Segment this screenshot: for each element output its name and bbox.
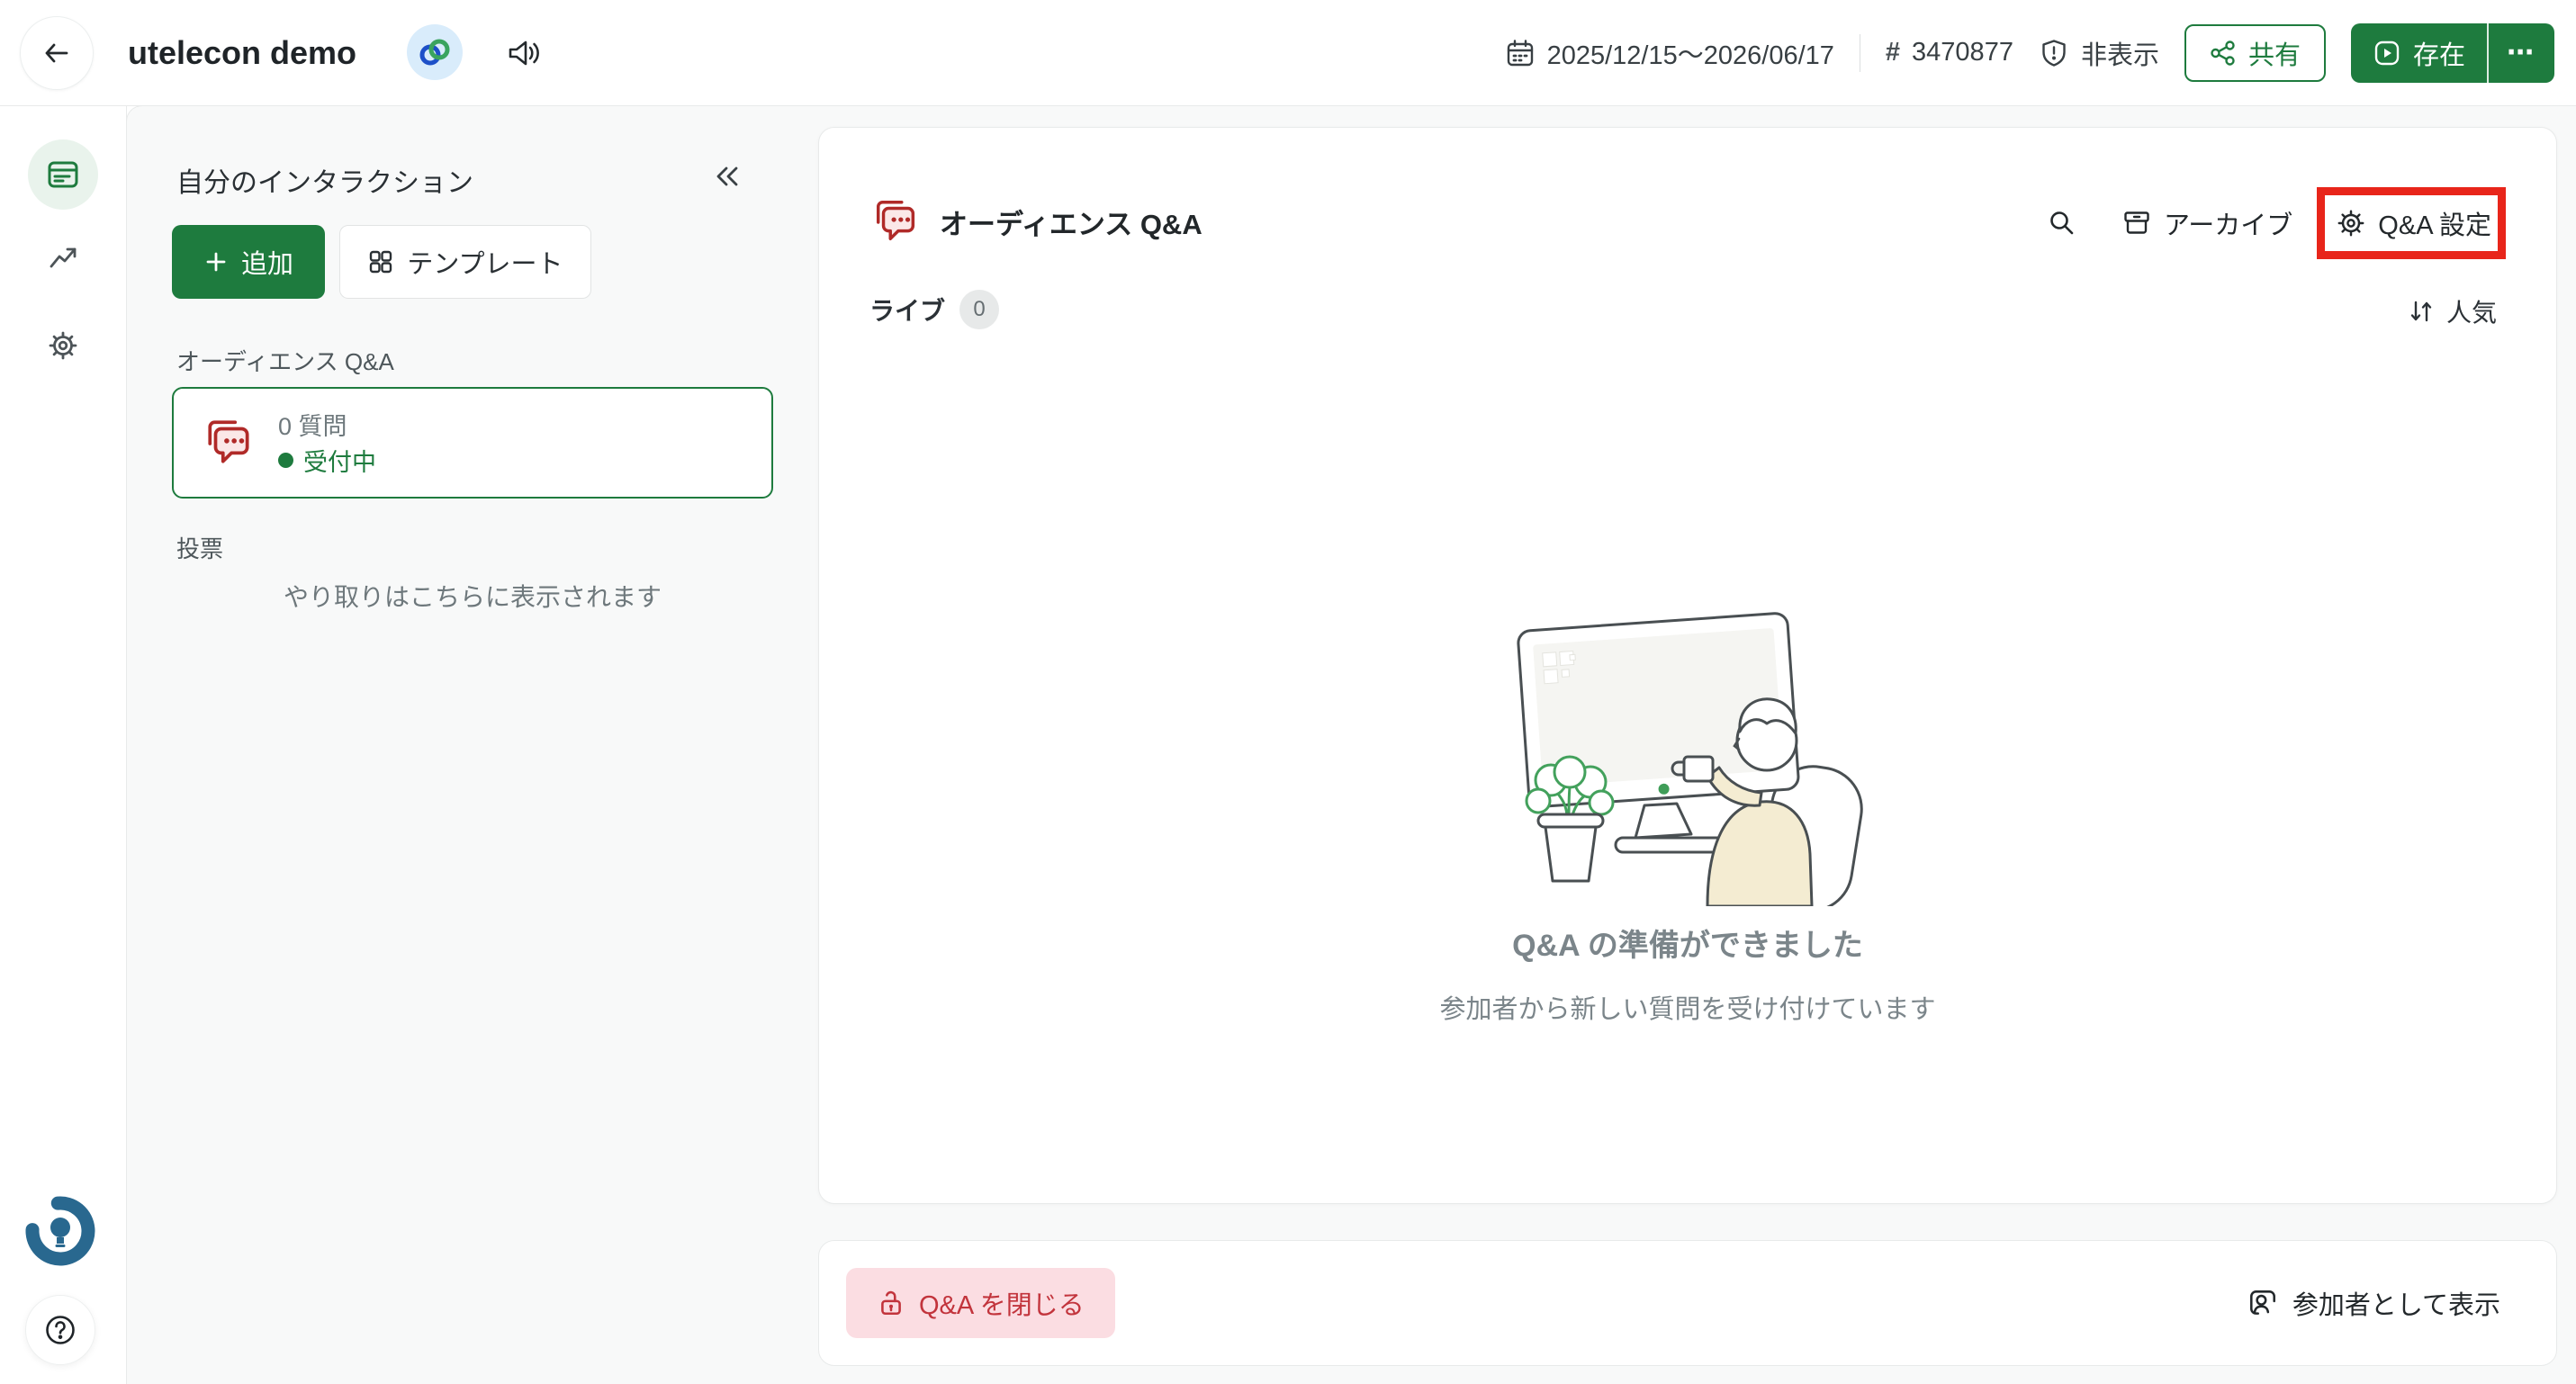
view-as-participant-button[interactable]: 参加者として表示 — [2247, 1241, 2500, 1365]
archive-icon — [2121, 208, 2152, 238]
interactions-icon — [44, 156, 82, 193]
event-title: utelecon demo — [128, 33, 357, 71]
present-play-icon — [2373, 39, 2401, 67]
templates-button[interactable]: テンプレート — [339, 225, 591, 299]
webex-logo-icon — [415, 32, 455, 72]
question-mark-icon — [42, 1312, 78, 1348]
qa-panel-title: オーディエンス Q&A — [940, 208, 1202, 240]
present-label: 存在 — [2412, 40, 2465, 70]
qa-interaction-card[interactable]: 0 質問 受付中 — [172, 387, 773, 499]
template-grid-icon — [367, 248, 394, 275]
qa-section-label: オーディエンス Q&A — [176, 348, 394, 375]
close-qa-button[interactable]: Q&A を閉じる — [846, 1268, 1115, 1338]
lock-open-icon — [877, 1289, 905, 1317]
empty-state-title: Q&A の準備ができました — [1512, 929, 1863, 963]
view-as-participant-label: 参加者として表示 — [2292, 1291, 2500, 1320]
qa-empty-state: Q&A の準備ができました 参加者から新しい質問を受け付けています — [819, 582, 2556, 1026]
add-interaction-button[interactable]: 追加 — [172, 225, 325, 299]
trending-up-icon — [47, 242, 79, 274]
event-code[interactable]: # 3470877 — [1886, 38, 2013, 67]
hash-icon: # — [1885, 38, 1901, 67]
qa-status: 受付中 — [278, 443, 376, 478]
plus-icon — [203, 249, 229, 274]
sort-button[interactable]: 人気 — [2408, 293, 2497, 329]
close-qa-label: Q&A を閉じる — [919, 1291, 1085, 1320]
event-code-text: 3470877 — [1912, 38, 2013, 67]
shield-alert-icon — [2039, 38, 2069, 68]
slido-logo — [22, 1192, 99, 1270]
webex-integration-badge[interactable] — [407, 24, 463, 80]
gear-icon — [47, 329, 79, 362]
help-button[interactable] — [25, 1295, 95, 1365]
template-label: テンプレート — [407, 250, 563, 279]
share-button[interactable]: 共有 — [2184, 23, 2326, 82]
qa-panel-tools: アーカイブ Q&A 設定 — [2046, 194, 2491, 252]
live-tab[interactable]: ライブ 0 — [869, 290, 1000, 329]
topbar-actions: 2025/12/15〜2026/06/17 # 3470877 非表示 共有 存… — [1505, 0, 2554, 105]
settings-gear-icon — [2336, 208, 2366, 238]
announcement-icon[interactable] — [504, 33, 544, 73]
event-dates[interactable]: 2025/12/15〜2026/06/17 — [1505, 34, 1834, 72]
date-range-text: 2025/12/15〜2026/06/17 — [1546, 40, 1834, 70]
empty-state-illustration — [1481, 582, 1895, 906]
qa-status-label: 受付中 — [303, 449, 376, 476]
archive-label: アーカイブ — [2164, 211, 2293, 240]
qa-panel-header: オーディエンス Q&A — [871, 196, 1202, 247]
qa-settings-button[interactable]: Q&A 設定 — [2336, 204, 2491, 242]
present-button[interactable]: 存在 — [2351, 23, 2487, 83]
status-dot — [278, 453, 293, 468]
content-area: 自分のインタラクション 追加 テンプレート オーディエンス Q&A 0 質問 受… — [126, 105, 2576, 1384]
more-options-button[interactable]: ⋯ — [2489, 23, 2554, 83]
share-icon — [2210, 40, 2237, 67]
app-root: utelecon demo 2025/12/15〜2026/06/17 # 34… — [0, 0, 2576, 1384]
collapse-panel-button[interactable] — [708, 157, 748, 196]
empty-state-subtitle: 参加者から新しい質問を受け付けています — [1439, 995, 1936, 1024]
calendar-icon — [1505, 38, 1536, 68]
qa-question-count: 0 質問 — [278, 413, 347, 440]
archive-button[interactable]: アーカイブ — [2121, 204, 2292, 242]
back-button[interactable] — [20, 16, 94, 90]
rail-item-settings[interactable] — [47, 329, 79, 362]
rail-item-analytics[interactable] — [47, 242, 79, 274]
participant-view-icon — [2247, 1287, 2279, 1319]
icon-rail — [0, 105, 127, 1384]
visibility-text: 非表示 — [2080, 40, 2159, 70]
sort-arrows-icon — [2408, 298, 2435, 325]
polls-section-label: 投票 — [176, 535, 224, 562]
share-label: 共有 — [2247, 40, 2301, 70]
qa-settings-label: Q&A 設定 — [2378, 211, 2491, 240]
rail-item-interactions[interactable] — [28, 139, 98, 210]
qa-main-panel: オーディエンス Q&A アーカイブ Q&A 設定 ライブ 0 人気 Q&A の準… — [818, 127, 2557, 1204]
qa-bubbles-icon-small — [871, 196, 922, 247]
sort-label: 人気 — [2445, 299, 2497, 327]
qa-bubbles-icon — [203, 416, 257, 470]
interactions-empty-hint: やり取りはこちらに表示されます — [283, 583, 662, 611]
present-split-button: 存在 ⋯ — [2350, 22, 2554, 83]
back-arrow-icon — [40, 36, 74, 70]
live-count-badge: 0 — [959, 290, 1000, 329]
live-tab-label: ライブ — [869, 297, 946, 325]
top-bar: utelecon demo 2025/12/15〜2026/06/17 # 34… — [0, 0, 2576, 106]
interactions-panel-heading: 自分のインタラクション — [176, 168, 473, 198]
visibility-status[interactable]: 非表示 — [2039, 34, 2159, 72]
qa-footer-bar: Q&A を閉じる 参加者として表示 — [818, 1240, 2557, 1366]
search-icon[interactable] — [2046, 207, 2078, 239]
add-label: 追加 — [240, 250, 293, 279]
